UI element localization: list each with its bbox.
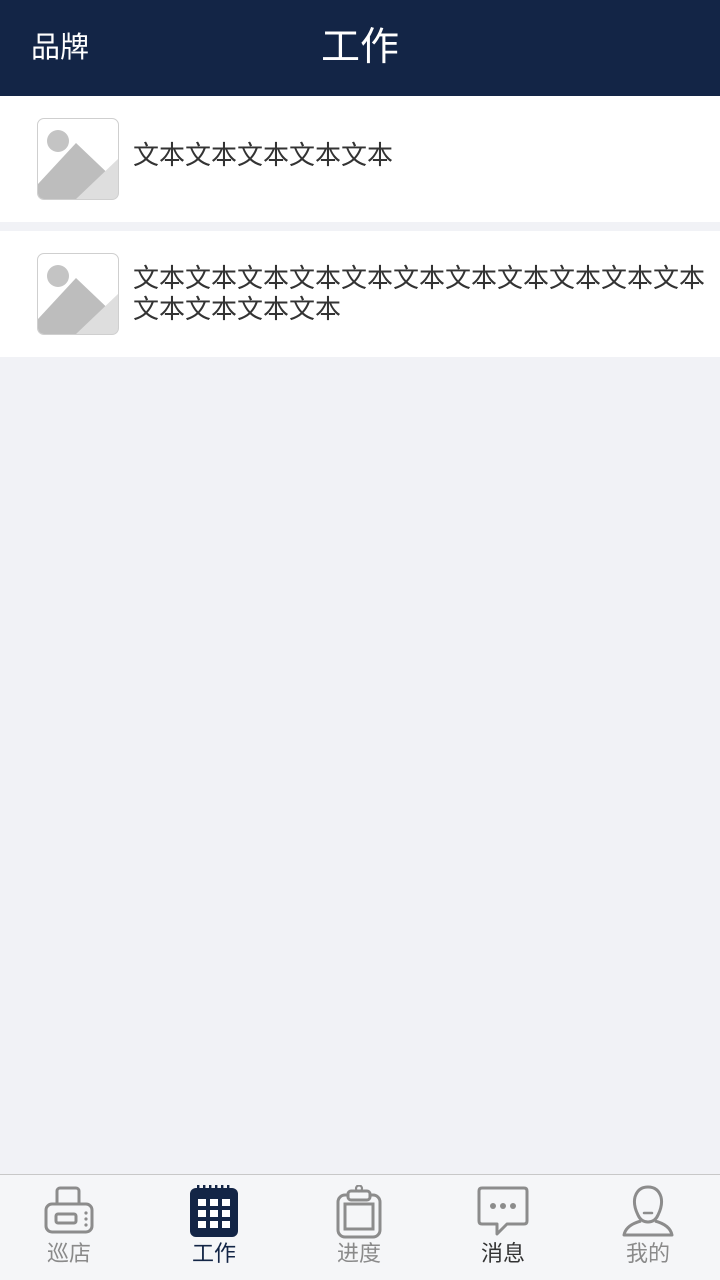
tab-progress[interactable]: 进度 xyxy=(309,1185,409,1275)
tab-label: 工作 xyxy=(191,1242,236,1267)
clipboard-icon xyxy=(336,1185,382,1239)
list-item[interactable]: 文本文本文本文本文本文本文本文本文本文本文本文本文本文本文本 xyxy=(0,231,720,357)
work-list: 文本文本文本文本文本 文本文本文本文本文本文本文本文本文本文本文本文本文本文本文… xyxy=(0,96,720,357)
tab-label: 消息 xyxy=(480,1242,525,1267)
chat-bubble-icon xyxy=(477,1186,529,1236)
image-placeholder-icon xyxy=(37,253,119,335)
page-title: 工作 xyxy=(320,25,399,70)
image-placeholder-icon xyxy=(37,118,119,200)
top-nav-bar: 品牌 工作 xyxy=(0,0,720,96)
calendar-grid-icon xyxy=(190,1185,238,1237)
tab-label: 我的 xyxy=(625,1242,670,1267)
tab-patrol[interactable]: 巡店 xyxy=(19,1185,119,1275)
tab-work[interactable]: 工作 xyxy=(164,1185,264,1275)
tab-messages[interactable]: 消息 xyxy=(453,1185,553,1275)
printer-icon xyxy=(44,1186,94,1234)
tab-label: 进度 xyxy=(336,1242,381,1267)
tab-label: 巡店 xyxy=(46,1242,91,1267)
tab-mine[interactable]: 我的 xyxy=(598,1185,698,1275)
list-item-text: 文本文本文本文本文本 xyxy=(133,141,394,171)
list-item[interactable]: 文本文本文本文本文本 xyxy=(0,96,720,222)
list-item-text: 文本文本文本文本文本文本文本文本文本文本文本文本文本文本文本 xyxy=(133,264,706,325)
bottom-tab-bar: 巡店 工作 进度 消息 我的 xyxy=(0,1174,720,1280)
user-icon xyxy=(622,1185,674,1237)
